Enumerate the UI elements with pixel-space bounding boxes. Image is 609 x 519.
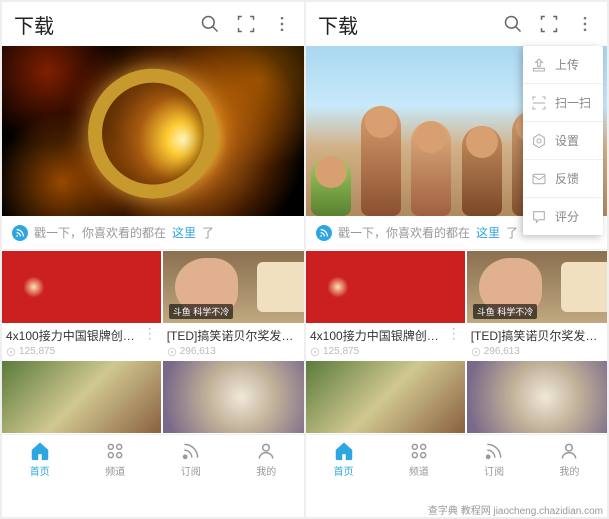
thumbnail: 斗鱼 科学不冷: [467, 251, 607, 323]
thumb-badge: 斗鱼 科学不冷: [169, 304, 234, 319]
scan-icon[interactable]: [539, 14, 559, 34]
card-more-icon[interactable]: ⋮: [601, 325, 607, 342]
nav-mine[interactable]: 我的: [229, 435, 305, 484]
menu-upload[interactable]: 上传: [523, 46, 603, 84]
video-card[interactable]: [163, 361, 304, 433]
nav-subscribe[interactable]: 订阅: [457, 435, 532, 484]
play-count-icon: [471, 347, 481, 357]
card-title: [TED]搞笑诺贝尔奖发…: [467, 323, 602, 344]
play-count: 296,613: [484, 346, 520, 357]
play-count: 125,875: [19, 346, 55, 357]
nav-subscribe[interactable]: 订阅: [153, 435, 229, 484]
thumbnail: [467, 361, 607, 433]
play-count: 296,613: [180, 346, 216, 357]
page-title: 下载: [10, 10, 200, 39]
more-icon[interactable]: [575, 14, 595, 34]
play-count: 125,875: [323, 346, 359, 357]
menu-settings[interactable]: 设置: [523, 122, 603, 160]
card-more-icon[interactable]: ⋮: [139, 325, 161, 342]
hero-banner[interactable]: [2, 46, 304, 216]
menu-feedback[interactable]: 反馈: [523, 160, 603, 198]
thumbnail: [306, 251, 465, 323]
nav-channel[interactable]: 频道: [78, 435, 154, 484]
menu-rate[interactable]: 评分: [523, 198, 603, 235]
bottom-nav: 首页 频道 订阅 我的: [306, 434, 607, 484]
video-card[interactable]: 斗鱼 科学不冷 [TED]搞笑诺贝尔奖发…⋮ 296,613: [163, 251, 304, 359]
scan-icon[interactable]: [236, 14, 256, 34]
nav-label: 频道: [409, 463, 429, 478]
more-icon[interactable]: [272, 14, 292, 34]
pull-hint[interactable]: 戳一下，你喜欢看的都在这里了: [2, 216, 304, 250]
thumbnail: [2, 251, 161, 323]
pull-text-pre: 戳一下，你喜欢看的都在: [34, 224, 166, 241]
card-title: 4x100接力中国银牌创…: [2, 323, 139, 344]
nav-home[interactable]: 首页: [306, 435, 381, 484]
rss-icon: [12, 225, 28, 241]
pull-text-pre: 戳一下，你喜欢看的都在: [338, 224, 470, 241]
thumbnail: [306, 361, 465, 433]
search-icon[interactable]: [200, 14, 220, 34]
thumbnail: [2, 361, 161, 433]
play-count-icon: [167, 347, 177, 357]
search-icon[interactable]: [503, 14, 523, 34]
video-card[interactable]: 斗鱼 科学不冷 [TED]搞笑诺贝尔奖发…⋮ 296,613: [467, 251, 607, 359]
video-card[interactable]: [467, 361, 607, 433]
rss-icon: [316, 225, 332, 241]
nav-label: 首页: [30, 463, 50, 478]
menu-label: 设置: [555, 132, 579, 149]
header: 下载: [306, 2, 607, 46]
pull-link[interactable]: 这里: [172, 224, 196, 241]
card-more-icon[interactable]: ⋮: [297, 325, 304, 342]
video-grid: 4x100接力中国银牌创…⋮ 125,875 斗鱼 科学不冷 [TED]搞笑诺贝…: [306, 250, 607, 434]
video-card[interactable]: 4x100接力中国银牌创…⋮ 125,875: [306, 251, 465, 359]
card-title: 4x100接力中国银牌创…: [306, 323, 443, 344]
header: 下载: [2, 2, 304, 46]
menu-label: 评分: [555, 208, 579, 225]
nav-label: 我的: [256, 463, 276, 478]
video-card[interactable]: [2, 361, 161, 433]
nav-label: 订阅: [484, 463, 504, 478]
thumbnail: [163, 361, 304, 433]
menu-label: 上传: [555, 56, 579, 73]
page-title: 下载: [314, 10, 503, 39]
video-card[interactable]: [306, 361, 465, 433]
menu-label: 反馈: [555, 170, 579, 187]
screen-left: 下载 戳一下，你喜欢看的都在这里了 4x100接力中国银牌创…⋮ 125,875…: [2, 2, 304, 517]
menu-label: 扫一扫: [555, 94, 591, 111]
nav-label: 订阅: [181, 463, 201, 478]
overflow-menu: 上传 扫一扫 设置 反馈 评分: [523, 46, 603, 235]
screen-right: 下载 上传 扫一扫 设置 反馈 评分 戳一下，你喜欢看的都在这里了 4x100接…: [306, 2, 607, 517]
video-grid: 4x100接力中国银牌创…⋮ 125,875 斗鱼 科学不冷 [TED]搞笑诺贝…: [2, 250, 304, 434]
pull-link[interactable]: 这里: [476, 224, 500, 241]
play-count-icon: [6, 347, 16, 357]
pull-text-post: 了: [202, 224, 214, 241]
nav-mine[interactable]: 我的: [532, 435, 607, 484]
nav-channel[interactable]: 频道: [381, 435, 456, 484]
card-title: [TED]搞笑诺贝尔奖发…: [163, 323, 298, 344]
bottom-nav: 首页 频道 订阅 我的: [2, 434, 304, 484]
nav-label: 频道: [105, 463, 125, 478]
nav-label: 我的: [559, 463, 579, 478]
play-count-icon: [310, 347, 320, 357]
card-more-icon[interactable]: ⋮: [443, 325, 465, 342]
pull-text-post: 了: [506, 224, 518, 241]
video-card[interactable]: 4x100接力中国银牌创…⋮ 125,875: [2, 251, 161, 359]
menu-scan[interactable]: 扫一扫: [523, 84, 603, 122]
thumb-badge: 斗鱼 科学不冷: [473, 304, 538, 319]
nav-home[interactable]: 首页: [2, 435, 78, 484]
nav-label: 首页: [334, 463, 354, 478]
thumbnail: 斗鱼 科学不冷: [163, 251, 304, 323]
watermark: 查字典 教程网 jiaocheng.chazidian.com: [428, 502, 603, 517]
